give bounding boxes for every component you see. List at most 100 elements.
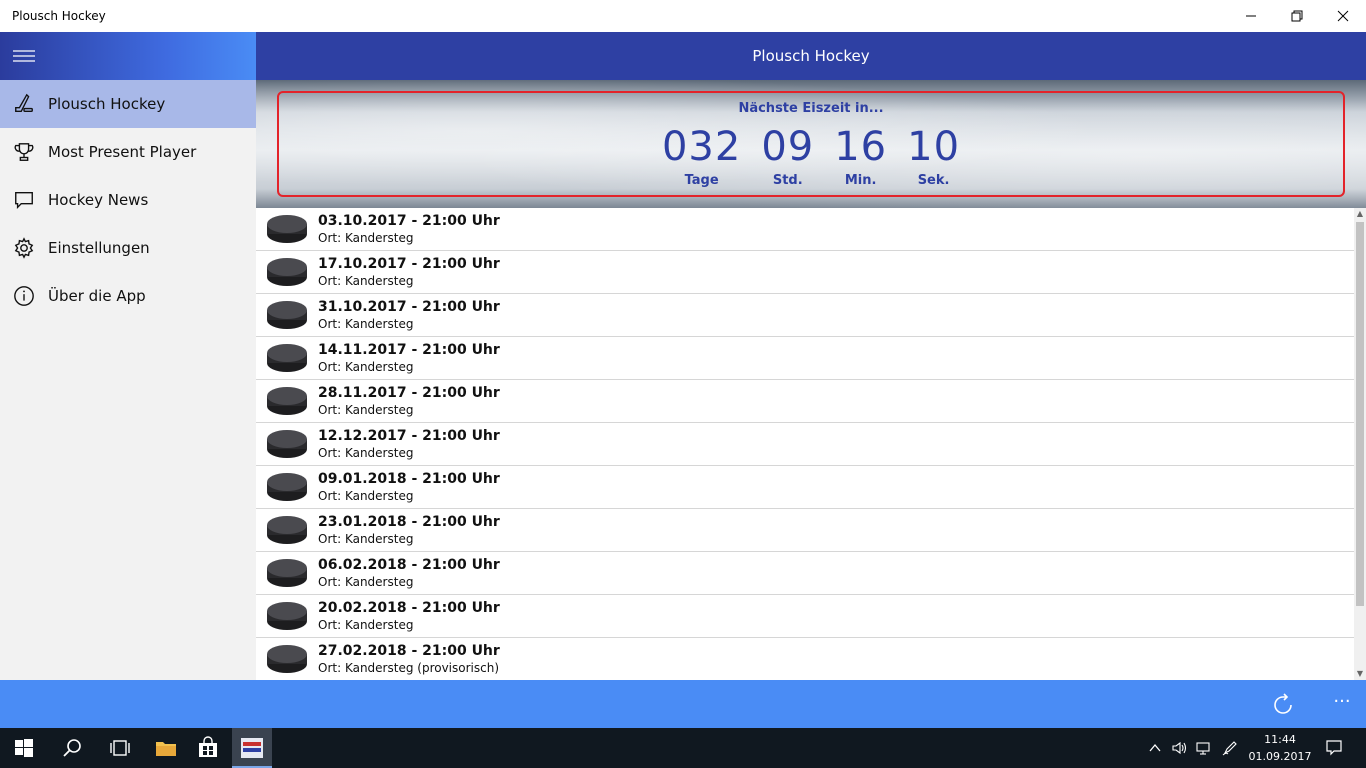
scrollbar-thumb[interactable]	[1356, 222, 1364, 606]
action-center-icon[interactable]	[1325, 739, 1343, 757]
sidebar-item-hockey-news[interactable]: Hockey News	[0, 176, 256, 224]
list-item[interactable]: 14.11.2017 - 21:00 Uhr Ort: Kandersteg	[256, 337, 1354, 380]
minimize-icon	[1246, 15, 1256, 17]
hockey-puck-icon	[267, 473, 307, 501]
countdown-seconds: 10 Sek.	[907, 125, 960, 188]
more-button[interactable]: ···	[1330, 692, 1354, 716]
event-location: Ort: Kandersteg	[318, 403, 414, 417]
list-item[interactable]: 09.01.2018 - 21:00 Uhr Ort: Kandersteg	[256, 466, 1354, 509]
event-date: 17.10.2017 - 21:00 Uhr	[318, 256, 500, 272]
info-icon	[12, 284, 36, 308]
pen-icon[interactable]	[1222, 740, 1238, 756]
event-date: 06.02.2018 - 21:00 Uhr	[318, 557, 500, 573]
countdown-days: 032 Tage	[662, 125, 741, 188]
sidebar-item-label: Most Present Player	[48, 143, 197, 161]
countdown-days-label: Tage	[684, 173, 719, 188]
event-location: Ort: Kandersteg	[318, 532, 414, 546]
countdown-hero: Nächste Eiszeit in... 032 Tage 09 Std. 1…	[256, 80, 1366, 208]
hockey-puck-icon	[267, 516, 307, 544]
countdown-box: Nächste Eiszeit in... 032 Tage 09 Std. 1…	[277, 91, 1345, 197]
sidebar-item-ueber-die-app[interactable]: Über die App	[0, 272, 256, 320]
sidebar-item-label: Über die App	[48, 287, 146, 305]
store-icon[interactable]	[196, 736, 220, 760]
countdown-minutes-value: 16	[834, 124, 888, 170]
page-header: Plousch Hockey	[256, 32, 1366, 80]
hockey-puck-icon	[267, 258, 307, 286]
event-location: Ort: Kandersteg	[318, 618, 414, 632]
title-bar: Plousch Hockey	[0, 0, 1366, 32]
list-item[interactable]: 06.02.2018 - 21:00 Uhr Ort: Kandersteg	[256, 552, 1354, 595]
scroll-down-icon[interactable]: ▼	[1354, 668, 1366, 680]
sidebar-item-einstellungen[interactable]: Einstellungen	[0, 224, 256, 272]
minimize-button[interactable]	[1228, 0, 1274, 32]
countdown-hours-label: Std.	[772, 173, 803, 188]
list-item[interactable]: 27.02.2018 - 21:00 Uhr Ort: Kandersteg (p…	[256, 638, 1354, 680]
network-icon[interactable]	[1195, 740, 1211, 756]
event-date: 31.10.2017 - 21:00 Uhr	[318, 299, 500, 315]
list-item[interactable]: 03.10.2017 - 21:00 Uhr Ort: Kandersteg	[256, 208, 1354, 251]
hockey-puck-icon	[267, 301, 307, 329]
hockey-puck-icon	[267, 645, 307, 673]
sidebar-item-label: Einstellungen	[48, 239, 150, 257]
hamburger-button[interactable]	[0, 32, 256, 80]
command-bar: ···	[0, 680, 1366, 728]
sidebar-item-most-present-player[interactable]: Most Present Player	[0, 128, 256, 176]
hockey-puck-icon	[267, 215, 307, 243]
countdown-minutes: 16 Min.	[834, 125, 887, 188]
file-explorer-icon[interactable]	[154, 736, 178, 760]
sidebar: Plousch Hockey Most Present Player Hocke…	[0, 32, 256, 680]
event-date: 23.01.2018 - 21:00 Uhr	[318, 514, 500, 530]
list-scrollbar[interactable]: ▲ ▼	[1354, 208, 1366, 680]
trophy-icon	[12, 140, 36, 164]
countdown-days-value: 032	[661, 124, 742, 170]
hockey-puck-icon	[267, 559, 307, 587]
event-location: Ort: Kandersteg	[318, 317, 414, 331]
list-item[interactable]: 23.01.2018 - 21:00 Uhr Ort: Kandersteg	[256, 509, 1354, 552]
event-location: Ort: Kandersteg	[318, 274, 414, 288]
hockey-stick-icon	[12, 92, 36, 116]
page-title: Plousch Hockey	[752, 47, 870, 65]
countdown-hours: 09 Std.	[761, 125, 814, 188]
chat-bubble-icon	[12, 188, 36, 212]
hockey-puck-icon	[267, 344, 307, 372]
taskbar: 11:44 01.09.2017	[0, 728, 1366, 768]
list-item[interactable]: 20.02.2018 - 21:00 Uhr Ort: Kandersteg	[256, 595, 1354, 638]
sidebar-item-label: Hockey News	[48, 191, 149, 209]
clock-date: 01.09.2017	[1248, 750, 1312, 763]
hockey-puck-icon	[267, 602, 307, 630]
event-list: 03.10.2017 - 21:00 Uhr Ort: Kandersteg 17…	[256, 208, 1354, 680]
event-date: 14.11.2017 - 21:00 Uhr	[318, 342, 500, 358]
event-date: 12.12.2017 - 21:00 Uhr	[318, 428, 500, 444]
restore-button[interactable]	[1274, 0, 1320, 32]
chevron-up-icon[interactable]	[1147, 740, 1163, 756]
volume-icon[interactable]	[1171, 740, 1187, 756]
close-icon	[1337, 10, 1349, 22]
list-item[interactable]: 31.10.2017 - 21:00 Uhr Ort: Kandersteg	[256, 294, 1354, 337]
search-icon[interactable]	[60, 736, 84, 760]
list-item[interactable]: 17.10.2017 - 21:00 Uhr Ort: Kandersteg	[256, 251, 1354, 294]
taskbar-app-plousch-hockey[interactable]	[232, 728, 272, 768]
countdown-minutes-label: Min.	[844, 173, 877, 188]
event-date: 20.02.2018 - 21:00 Uhr	[318, 600, 500, 616]
event-date: 03.10.2017 - 21:00 Uhr	[318, 213, 500, 229]
event-date: 28.11.2017 - 21:00 Uhr	[318, 385, 500, 401]
refresh-icon[interactable]	[1270, 692, 1296, 718]
countdown-hours-value: 09	[761, 124, 815, 170]
list-item[interactable]: 28.11.2017 - 21:00 Uhr Ort: Kandersteg	[256, 380, 1354, 423]
sidebar-item-plousch-hockey[interactable]: Plousch Hockey	[0, 80, 256, 128]
taskbar-clock[interactable]: 11:44 01.09.2017	[1244, 731, 1316, 765]
countdown-heading: Nächste Eiszeit in...	[738, 101, 884, 116]
clock-time: 11:44	[1264, 733, 1296, 746]
sidebar-item-label: Plousch Hockey	[48, 95, 166, 113]
event-location: Ort: Kandersteg	[318, 489, 414, 503]
task-view-icon[interactable]	[108, 736, 132, 760]
windows-start-icon[interactable]	[12, 736, 36, 760]
close-button[interactable]	[1320, 0, 1366, 32]
scroll-up-icon[interactable]: ▲	[1354, 208, 1366, 220]
window-title: Plousch Hockey	[12, 9, 106, 23]
app-logo-icon	[241, 738, 263, 758]
list-item[interactable]: 12.12.2017 - 21:00 Uhr Ort: Kandersteg	[256, 423, 1354, 466]
hockey-puck-icon	[267, 387, 307, 415]
gear-icon	[12, 236, 36, 260]
event-location: Ort: Kandersteg (provisorisch)	[318, 661, 500, 675]
